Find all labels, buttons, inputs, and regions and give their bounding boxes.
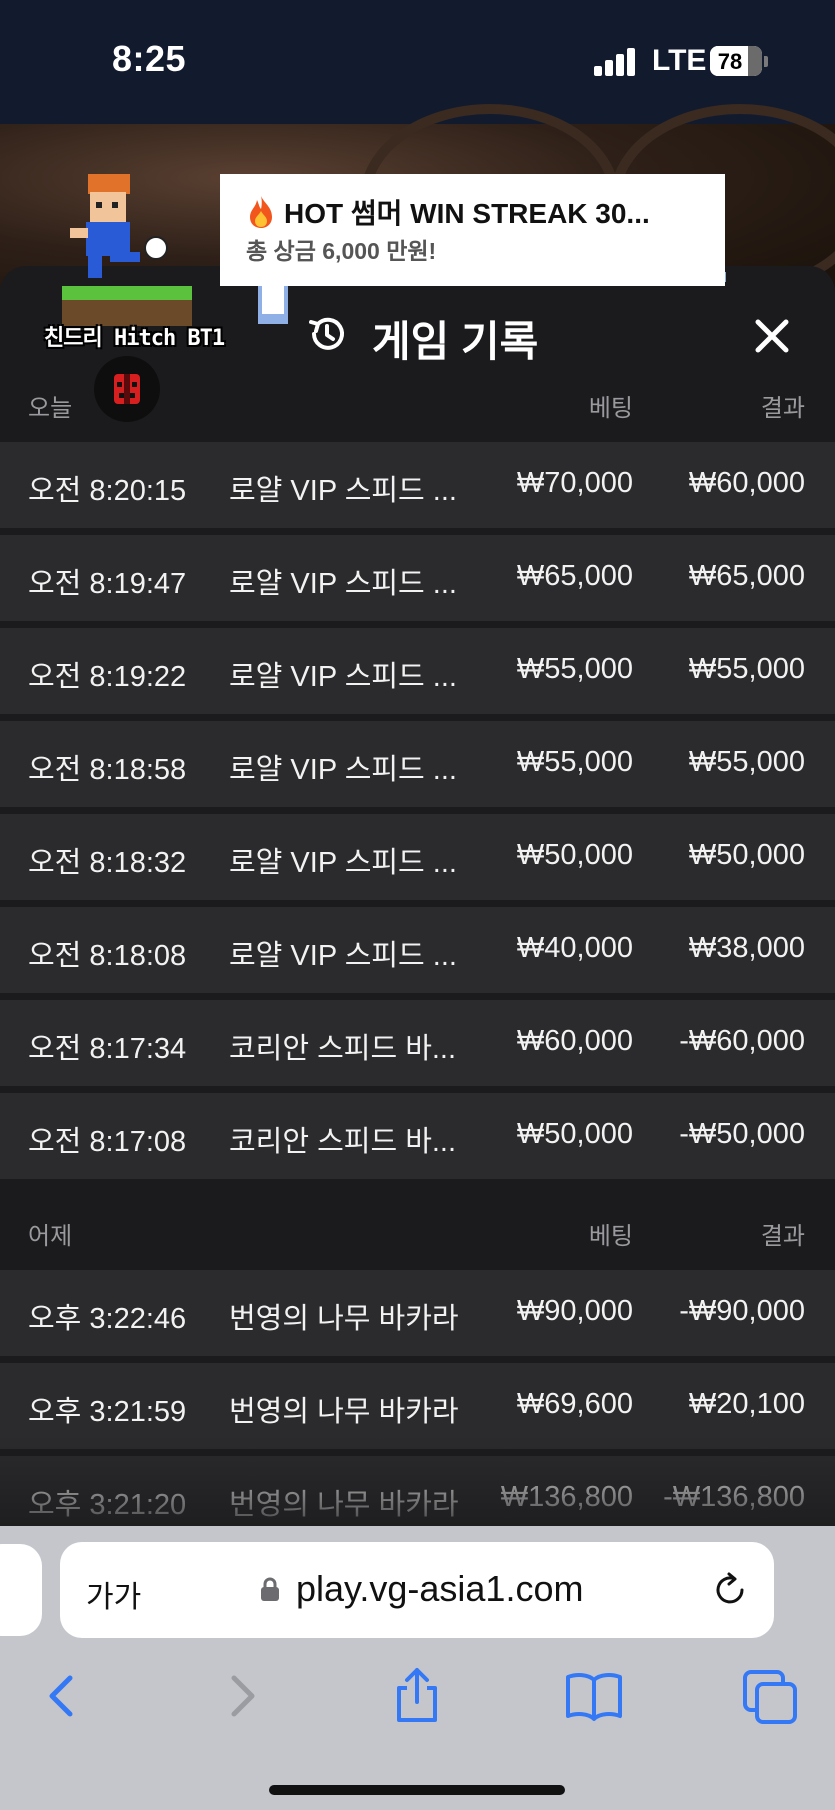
row-bet: ₩90,000 [516,1295,633,1327]
row-time: 오전 8:20:15 [28,475,187,507]
history-row[interactable]: 오후 3:21:20 번영의 나무 바카라 ₩136,800 -₩136,800 [0,1456,835,1526]
row-result: ₩55,000 [688,653,805,685]
row-time: 오전 8:18:58 [28,754,187,786]
chevron-right-icon[interactable] [212,1666,272,1726]
row-bet: ₩60,000 [516,1025,633,1057]
promo-title-text: HOT 썸머 WIN STREAK 30... [284,198,650,229]
section-label-yesterday: 어제 [28,1223,73,1250]
history-row[interactable]: 오후 3:22:46 번영의 나무 바카라 ₩90,000 -₩90,000 [0,1270,835,1356]
row-bet: ₩70,000 [516,467,633,499]
row-bet: ₩136,800 [500,1481,633,1513]
row-bet: ₩69,600 [516,1388,633,1420]
row-time: 오후 3:21:59 [28,1396,187,1428]
row-game: 로얄 VIP 스피드 ... [229,754,457,786]
row-bet: ₩50,000 [516,839,633,871]
row-time: 오후 3:22:46 [28,1303,187,1335]
row-result: ₩60,000 [688,467,805,499]
address-bar[interactable]: 가가 play.vg-asia1.com [60,1542,774,1638]
row-time: 오전 8:18:32 [28,847,187,879]
row-game: 로얄 VIP 스피드 ... [229,475,457,507]
text-size-button[interactable]: 가가 [86,1572,141,1616]
panel-title: 게임 기록 [372,318,539,365]
row-bet: ₩65,000 [516,560,633,592]
browser-toolbar: 가가 play.vg-asia1.com [0,1526,835,1810]
history-row[interactable]: 오후 3:21:59 번영의 나무 바카라 ₩69,600 ₩20,100 [0,1363,835,1449]
row-game: 로얄 VIP 스피드 ... [229,661,457,693]
row-result: -₩60,000 [679,1025,805,1057]
history-row[interactable]: 오전 8:17:34 코리안 스피드 바... ₩60,000 -₩60,000 [0,1000,835,1086]
url-text[interactable]: play.vg-asia1.com [296,1568,583,1610]
yesterday-section-header: 어제 베팅 결과 [0,1200,835,1260]
promo-title[interactable]: HOT 썸머 WIN STREAK 30... [246,192,650,232]
row-game: 로얄 VIP 스피드 ... [229,847,457,879]
row-bet: ₩50,000 [516,1118,633,1150]
row-bet: ₩40,000 [516,932,633,964]
row-result: ₩55,000 [688,746,805,778]
column-header-result: 결과 [760,1223,805,1250]
lock-icon [261,1577,279,1601]
row-game: 코리안 스피드 바... [229,1033,457,1065]
history-row[interactable]: 오전 8:18:08 로얄 VIP 스피드 ... ₩40,000 ₩38,00… [0,907,835,993]
row-time: 오전 8:17:34 [28,1033,187,1065]
share-icon[interactable] [387,1666,447,1726]
row-result: ₩38,000 [688,932,805,964]
row-result: -₩136,800 [663,1481,805,1513]
history-row[interactable]: 오전 8:19:22 로얄 VIP 스피드 ... ₩55,000 ₩55,00… [0,628,835,714]
row-result: -₩50,000 [679,1118,805,1150]
status-time: 8:25 [112,38,187,79]
status-bar: 8:25 LTE 78 [0,0,835,124]
chevron-left-icon[interactable] [32,1666,92,1726]
bubble-tail-inner [262,282,284,314]
game-history-panel: 게임 기록 오늘 베팅 결과 오전 8:20:15 로얄 VIP 스피드 ...… [0,266,835,1526]
row-time: 오후 3:21:20 [28,1489,187,1521]
row-result: ₩50,000 [688,839,805,871]
row-game: 로얄 VIP 스피드 ... [229,568,457,600]
row-time: 오전 8:19:47 [28,568,187,600]
row-game: 로얄 VIP 스피드 ... [229,940,457,972]
history-row[interactable]: 오전 8:19:47 로얄 VIP 스피드 ... ₩65,000 ₩65,00… [0,535,835,621]
battery-nub [764,56,768,67]
row-result: -₩90,000 [679,1295,805,1327]
column-header-result: 결과 [760,395,805,422]
history-row[interactable]: 오전 8:20:15 로얄 VIP 스피드 ... ₩70,000 ₩60,00… [0,442,835,528]
row-time: 오전 8:17:08 [28,1126,187,1158]
history-icon [309,317,344,350]
battery-icon: 78 [710,46,762,76]
column-header-bet: 베팅 [588,395,633,422]
mascot-label: 친드리 Hitch BT1 [44,326,225,351]
battery-label: 78 [717,49,743,74]
signal-icon [594,48,636,76]
reload-icon[interactable] [712,1572,748,1608]
row-time: 오전 8:18:08 [28,940,187,972]
row-game: 번영의 나무 바카라 [229,1303,459,1335]
row-game: 번영의 나무 바카라 [229,1396,459,1428]
row-bet: ₩55,000 [516,746,633,778]
close-icon[interactable] [748,312,796,360]
row-game: 번영의 나무 바카라 [229,1489,459,1521]
previous-tab-preview[interactable] [0,1544,42,1636]
history-row[interactable]: 오전 8:18:58 로얄 VIP 스피드 ... ₩55,000 ₩55,00… [0,721,835,807]
home-indicator [269,1785,565,1795]
row-time: 오전 8:19:22 [28,661,187,693]
ladybug-icon [94,356,160,422]
row-result: ₩65,000 [688,560,805,592]
book-icon[interactable] [564,1666,624,1726]
section-label-today: 오늘 [28,395,73,422]
history-row[interactable]: 오전 8:17:08 코리안 스피드 바... ₩50,000 -₩50,000 [0,1093,835,1179]
column-header-bet: 베팅 [588,1223,633,1250]
row-result: ₩20,100 [688,1388,805,1420]
promo-subtitle: 총 상금 6,000 만원! [246,238,437,264]
network-label: LTE [652,44,707,77]
fire-icon [250,196,272,228]
history-row[interactable]: 오전 8:18:32 로얄 VIP 스피드 ... ₩50,000 ₩50,00… [0,814,835,900]
row-game: 코리안 스피드 바... [229,1126,457,1158]
tabs-icon[interactable] [741,1666,801,1726]
row-bet: ₩55,000 [516,653,633,685]
